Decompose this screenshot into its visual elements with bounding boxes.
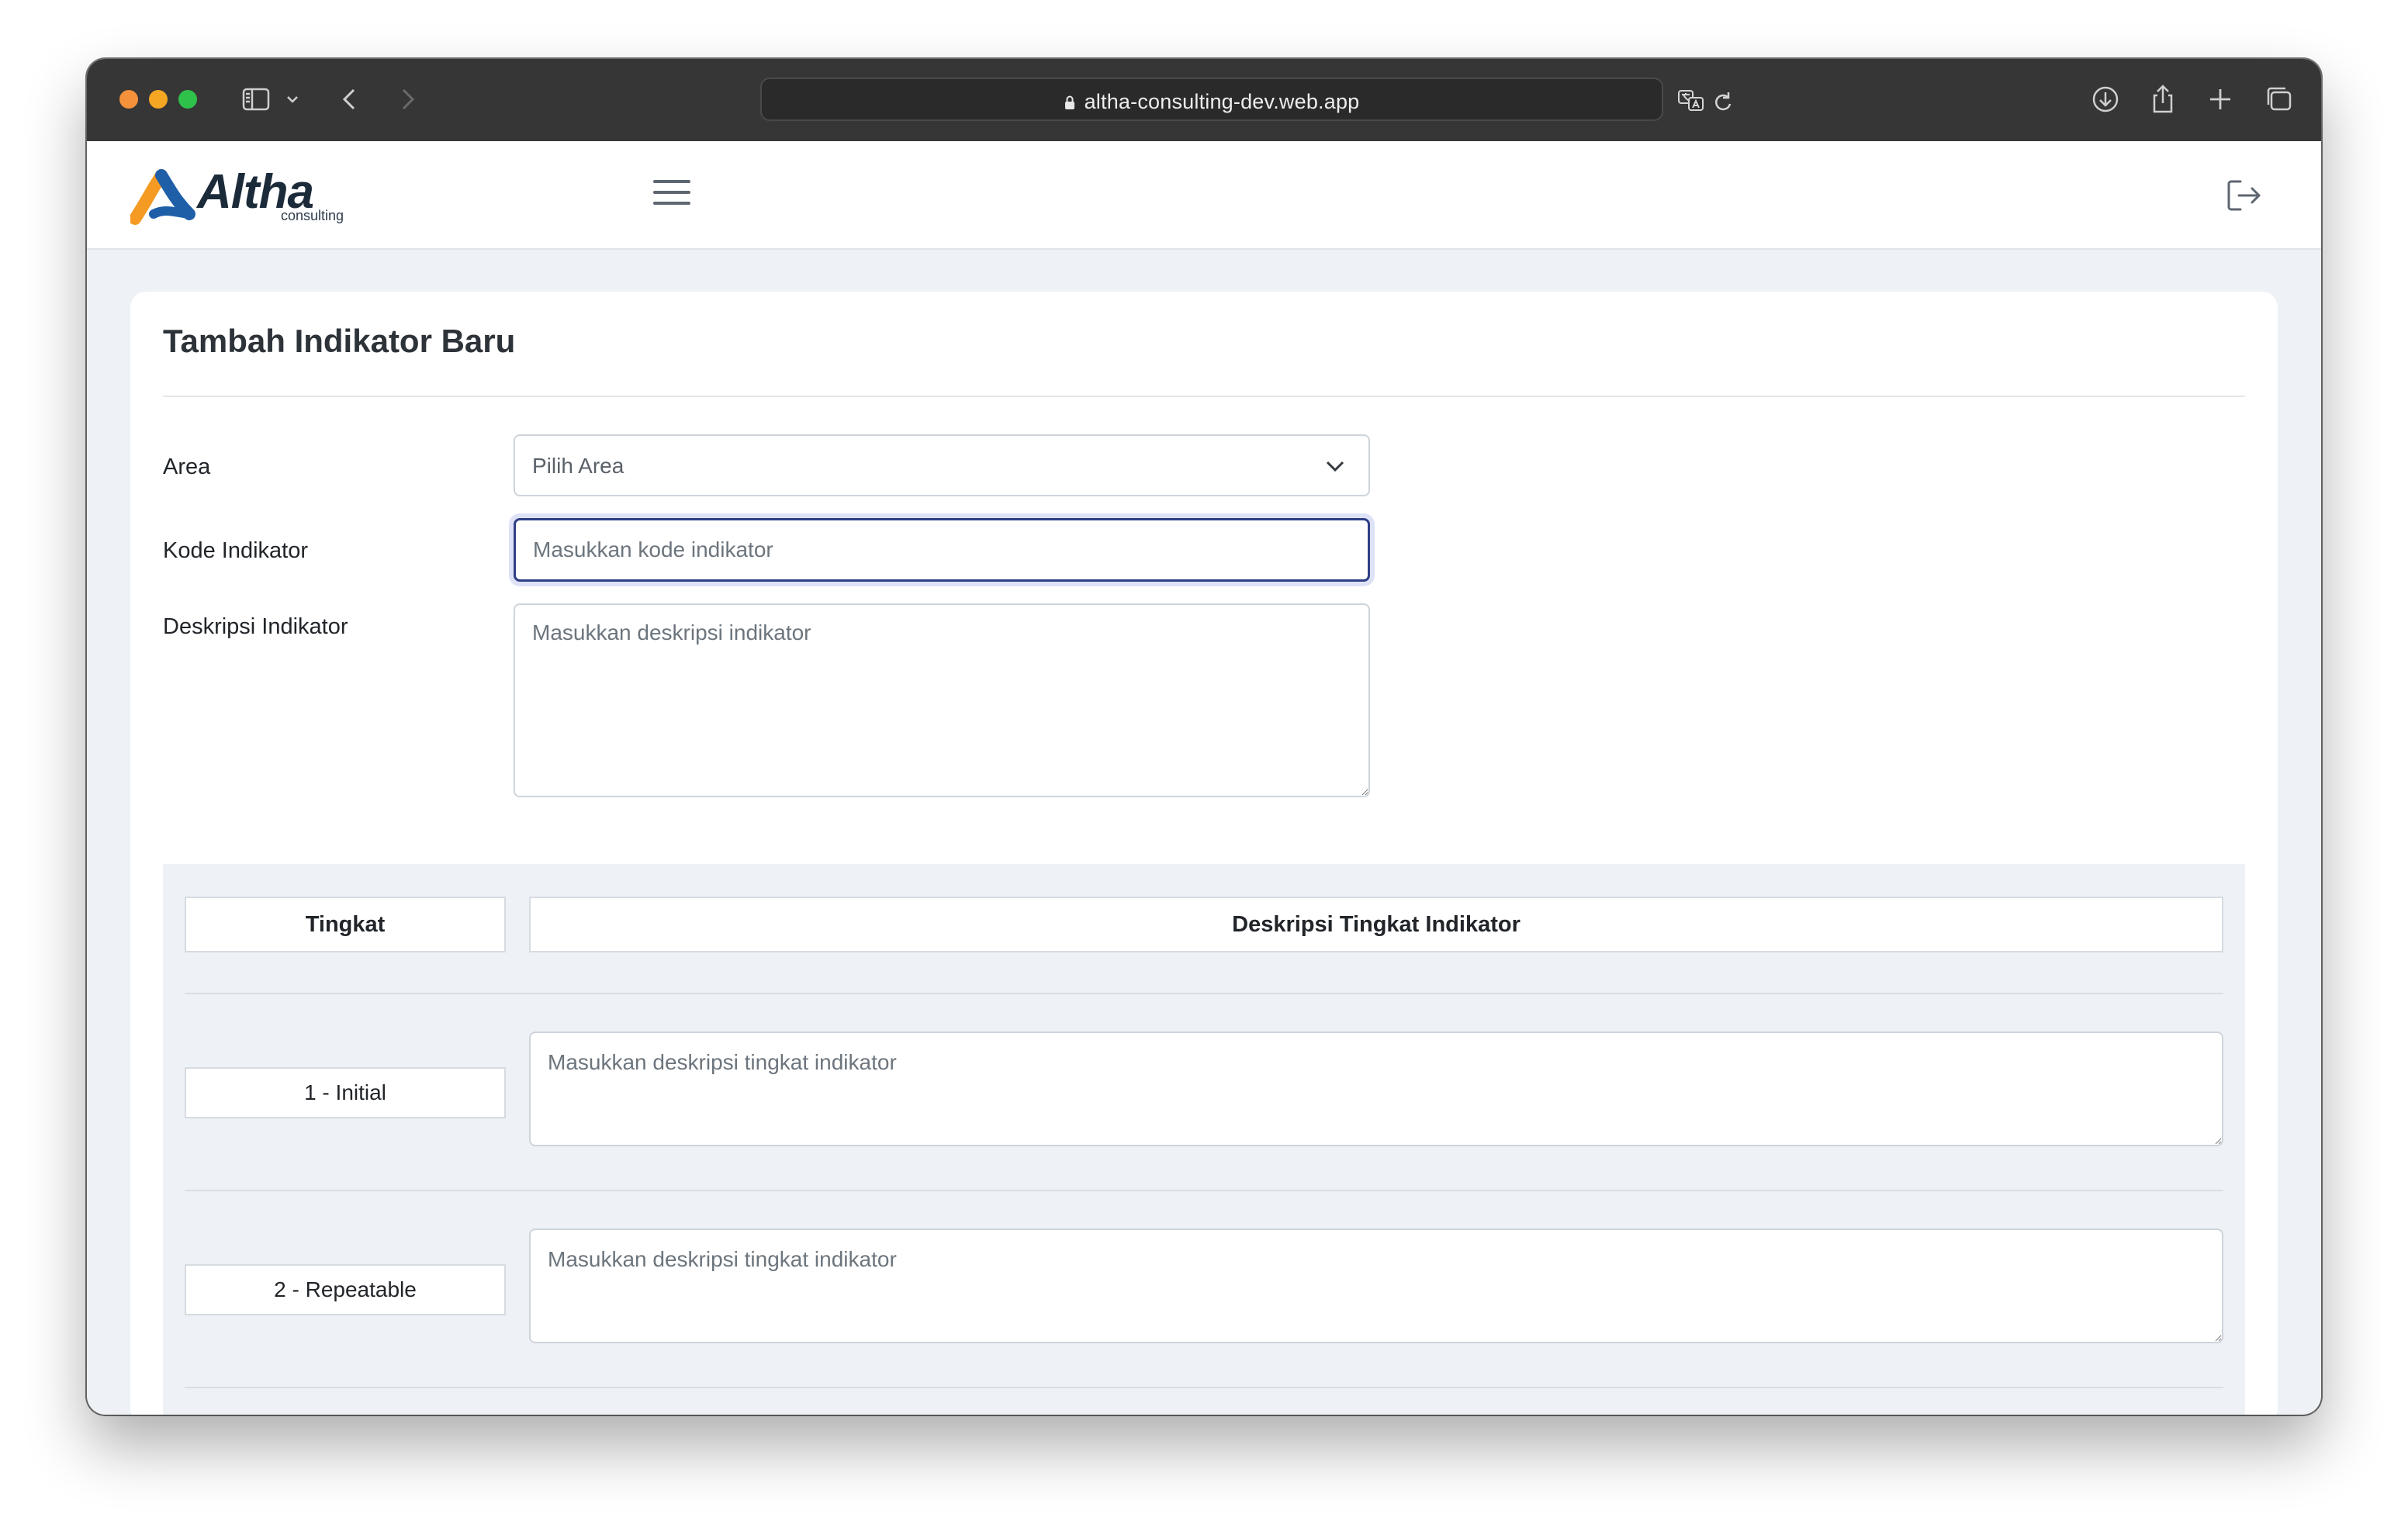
logout-icon[interactable] xyxy=(2225,177,2265,214)
level-description-textarea[interactable] xyxy=(529,1229,2223,1343)
translate-icon[interactable] xyxy=(1677,88,1705,113)
menu-icon[interactable] xyxy=(653,180,690,209)
row-divider xyxy=(185,1387,2223,1388)
kode-indikator-label: Kode Indikator xyxy=(163,538,309,563)
url-text: altha-consulting-dev.web.app xyxy=(1084,90,1360,113)
download-icon[interactable] xyxy=(2088,82,2123,116)
browser-window: altha-consulting-dev.web.app Altha consu… xyxy=(87,59,2321,1415)
page-title: Tambah Indikator Baru xyxy=(163,323,516,359)
chevron-down-icon[interactable] xyxy=(281,82,304,116)
level-label: 1 - Initial xyxy=(185,1067,506,1118)
new-tab-icon[interactable] xyxy=(2203,82,2237,116)
altha-logo-mark xyxy=(130,169,195,225)
logo-subtitle: consulting xyxy=(281,208,344,223)
close-window-button[interactable] xyxy=(119,90,138,109)
area-label: Area xyxy=(163,454,211,479)
address-bar[interactable]: altha-consulting-dev.web.app xyxy=(760,78,1732,121)
kode-indikator-input[interactable] xyxy=(514,518,1370,582)
sidebar-icon[interactable] xyxy=(239,82,273,116)
level-description-textarea[interactable] xyxy=(529,1032,2223,1146)
zoom-window-button[interactable] xyxy=(178,90,197,109)
area-select[interactable]: Pilih Area xyxy=(514,434,1370,496)
deskripsi-indikator-textarea[interactable] xyxy=(514,603,1370,797)
chevron-down-icon xyxy=(1326,461,1344,472)
row-divider xyxy=(185,1190,2223,1191)
add-indicator-card: Tambah Indikator Baru Area Pilih Area Ko… xyxy=(130,292,2278,1415)
reload-icon[interactable] xyxy=(1711,90,1735,113)
forward-icon[interactable] xyxy=(389,82,424,116)
altha-logo[interactable]: Altha consulting xyxy=(130,164,344,226)
lock-icon xyxy=(1064,95,1074,109)
minimize-window-button[interactable] xyxy=(149,90,168,109)
share-icon[interactable] xyxy=(2146,82,2180,116)
column-header-tingkat: Tingkat xyxy=(185,897,506,952)
title-divider xyxy=(163,396,2245,397)
level-label: 2 - Repeatable xyxy=(185,1264,506,1315)
browser-toolbar: altha-consulting-dev.web.app xyxy=(87,59,2321,143)
level-descriptions-panel: Tingkat Deskripsi Tingkat Indikator 1 - … xyxy=(163,864,2245,1415)
row-divider xyxy=(185,993,2223,994)
app-header: Altha consulting xyxy=(87,141,2321,250)
back-icon[interactable] xyxy=(334,82,368,116)
area-select-value: Pilih Area xyxy=(532,454,624,478)
deskripsi-indikator-label: Deskripsi Indikator xyxy=(163,614,348,639)
column-header-deskripsi-tingkat: Deskripsi Tingkat Indikator xyxy=(529,897,2223,952)
tabs-overview-icon[interactable] xyxy=(2262,82,2296,116)
